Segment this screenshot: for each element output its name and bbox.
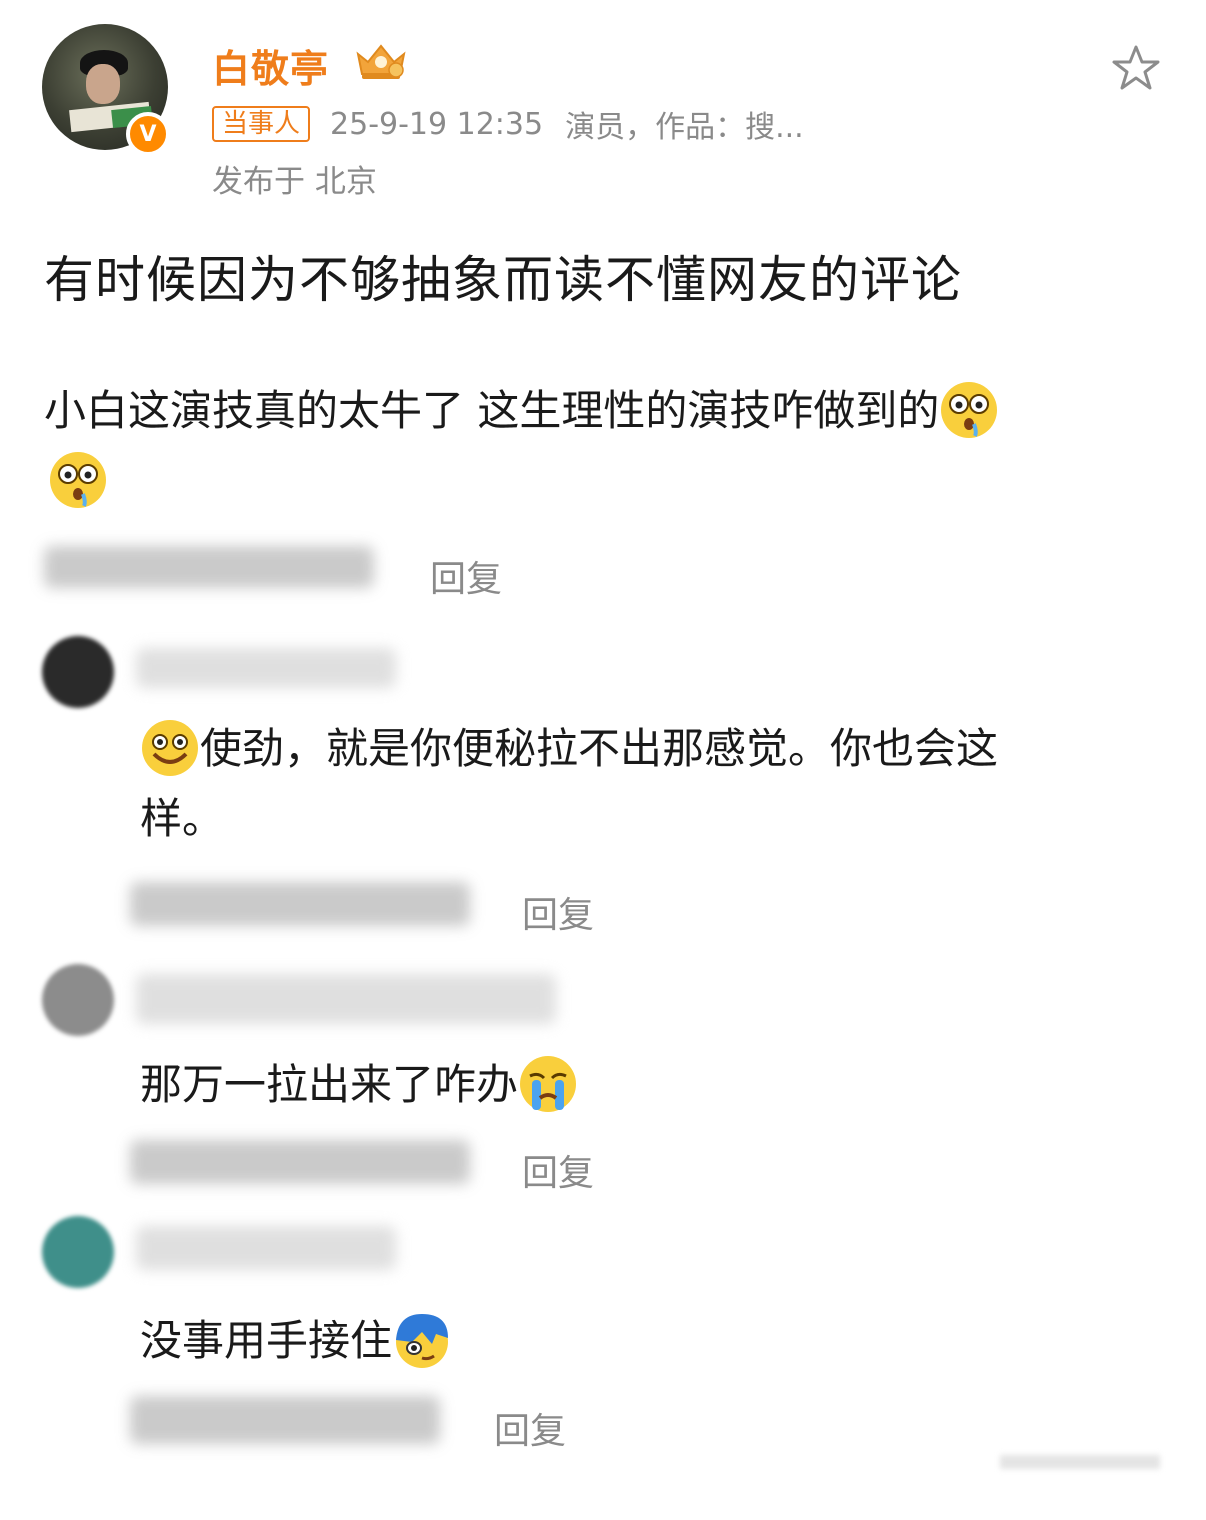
comment-text: 那万一拉出来了咋办 [140,1050,1180,1120]
reply-button[interactable]: 回复 [522,886,594,938]
covering-eye-emoji-icon [396,1313,449,1368]
blurred-username [44,546,374,588]
watermark-smudge [1000,1455,1160,1469]
post-body-text: 有时候因为不够抽象而读不懂网友的评论 [44,251,962,309]
comment-text: 小白这演技真的太牛了 这生理性的演技咋做到的 [44,376,1174,516]
party-tag: 当事人 [212,106,311,142]
comment-line: 小白这演技真的太牛了 这生理性的演技咋做到的 [44,386,940,435]
blurred-username [136,974,556,1024]
commenter-avatar[interactable] [42,964,114,1036]
comment-line: 没事用手接住 [140,1316,393,1365]
post-location: 发布于 北京 [212,164,377,200]
verified-v-icon: V [126,112,170,156]
comment-line: 那万一拉出来了咋办 [140,1060,519,1109]
commenter-avatar[interactable] [42,1216,114,1288]
crying-emoji-icon [520,1055,577,1112]
comment-text: 使劲，就是你便秘拉不出那感觉。你也会这 样。 [140,714,1180,854]
astonished-drool-emoji-icon [941,381,998,438]
comment-text: 没事用手接住 [140,1306,1180,1376]
reply-button[interactable]: 回复 [430,550,502,602]
reply-button[interactable]: 回复 [494,1402,566,1454]
post-header: V 白敬亭 当事人 25-9-19 12:35 演员，作品：搜... 发布于 北… [0,0,1206,210]
blurred-username [136,1226,396,1270]
blurred-username [130,882,470,926]
commenter-avatar[interactable] [42,636,114,708]
post-meta: 当事人 25-9-19 12:35 演员，作品：搜... [212,102,804,146]
blurred-username [130,1396,440,1444]
post-time: 25-9-19 12:35 [330,106,544,142]
grin-emoji-icon [142,719,198,776]
comment-screenshot: 小白这演技真的太牛了 这生理性的演技咋做到的 回复 使劲，就是你便秘拉不出那感觉… [0,360,1206,1520]
comment-line: 样。 [140,794,225,843]
avatar-face [86,64,120,104]
reply-button[interactable]: 回复 [522,1144,594,1196]
author-name[interactable]: 白敬亭 [212,38,329,93]
crown-badge-icon [356,44,406,79]
favorite-star-icon[interactable] [1110,42,1162,94]
blurred-username [136,648,396,688]
blurred-username [130,1140,470,1184]
astonished-drool-emoji-icon [50,451,106,508]
author-description[interactable]: 演员，作品：搜... [565,102,804,146]
comment-line: 使劲，就是你便秘拉不出那感觉。你也会这 [200,724,999,773]
